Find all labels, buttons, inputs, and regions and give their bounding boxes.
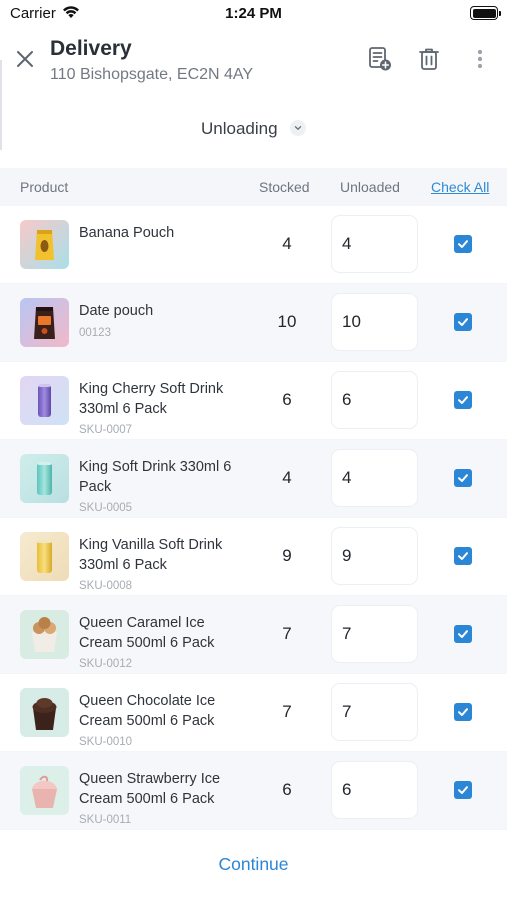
row-checkbox[interactable] [454, 313, 472, 331]
product-sku: SKU-0011 [79, 814, 132, 826]
stocked-value: 4 [282, 468, 292, 487]
footer: Continue [0, 834, 507, 900]
product-name: Queen Chocolate Ice Cream 500ml 6 Pack SK… [79, 692, 249, 749]
product-sku: SKU-0012 [79, 658, 133, 670]
unloaded-input[interactable] [331, 215, 418, 273]
checkmark-icon [458, 630, 468, 638]
unloaded-input[interactable] [331, 683, 418, 741]
continue-button[interactable]: Continue [0, 854, 507, 875]
product-name: Banana Pouch [79, 225, 175, 241]
yellow-can-image [20, 532, 69, 581]
caramel-ice-cream-image [20, 610, 69, 659]
unloaded-input[interactable] [331, 527, 418, 585]
product-name: Date pouch 00123 [79, 302, 249, 340]
strawberry-ice-cream-image [20, 766, 69, 815]
chocolate-ice-cream-image [20, 688, 69, 737]
date-pouch-image [20, 298, 69, 347]
delivery-address: 110 Bishopsgate, EC2N 4AY [50, 66, 254, 83]
row-checkbox[interactable] [454, 469, 472, 487]
product-sku: 00123 [79, 326, 111, 339]
unloaded-input[interactable] [331, 761, 418, 819]
checkmark-icon [458, 474, 468, 482]
checkmark-icon [458, 552, 468, 560]
clock: 1:24 PM [225, 5, 282, 22]
stocked-value: 10 [277, 312, 297, 331]
product-list: Banana Pouch 4 Date pouch00123 10 [0, 206, 507, 830]
status-bar: Carrier 1:24 PM [0, 0, 507, 28]
column-header-unloaded: Unloaded [340, 179, 400, 195]
page-title: Delivery [50, 37, 132, 60]
row-checkbox[interactable] [454, 781, 472, 799]
checkmark-icon [458, 786, 468, 794]
divider [0, 60, 2, 150]
note-add-icon [369, 47, 391, 71]
product-name: Queen Strawberry Ice Cream 500ml 6 Pack S… [79, 770, 249, 827]
checkmark-icon [458, 318, 468, 326]
stocked-value: 4 [282, 234, 292, 253]
product-name: King Vanilla Soft Drink 330ml 6 Pack SKU-… [79, 536, 249, 593]
table-row: Date pouch 00123 10 [0, 284, 507, 362]
product-name: King Soft Drink 330ml 6 Pack SKU-0005 [79, 458, 249, 515]
mode-label: Unloading [200, 119, 278, 138]
product-sku: SKU-0007 [79, 424, 133, 436]
column-header-stocked: Stocked [259, 179, 310, 195]
stocked-value: 9 [282, 546, 292, 565]
close-icon [17, 51, 33, 67]
row-checkbox[interactable] [454, 391, 472, 409]
checkmark-icon [458, 240, 468, 248]
stocked-value: 6 [282, 390, 292, 409]
battery-icon [470, 6, 501, 20]
row-checkbox[interactable] [454, 235, 472, 253]
table-row: King Cherry Soft Drink 330ml 6 Pack SKU-0… [0, 362, 507, 440]
stocked-value: 7 [282, 702, 292, 721]
chevron-down-icon [290, 120, 306, 136]
unloaded-input[interactable] [331, 293, 418, 351]
row-checkbox[interactable] [454, 625, 472, 643]
unloaded-input[interactable] [331, 449, 418, 507]
checkmark-icon [458, 396, 468, 404]
header: Delivery 110 Bishopsgate, EC2N 4AY Unloa… [0, 28, 507, 168]
more-options-button[interactable] [467, 46, 493, 72]
table-row: Queen Strawberry Ice Cream 500ml 6 Pack S… [0, 752, 507, 830]
product-sku: SKU-0008 [79, 580, 133, 592]
stocked-value: 7 [282, 624, 292, 643]
unloaded-input[interactable] [331, 605, 418, 663]
mode-dropdown[interactable]: Unloading [0, 119, 507, 139]
table-header: Product Stocked Unloaded Check All [0, 168, 507, 206]
unloaded-input[interactable] [331, 371, 418, 429]
product-sku: SKU-0010 [79, 736, 133, 748]
table-row: Banana Pouch 4 [0, 206, 507, 284]
table-row: Queen Caramel Ice Cream 500ml 6 Pack SKU-… [0, 596, 507, 674]
trash-icon [419, 48, 439, 70]
check-all-link[interactable]: Check All [431, 179, 489, 195]
table-row: Queen Chocolate Ice Cream 500ml 6 Pack SK… [0, 674, 507, 752]
table-row: King Soft Drink 330ml 6 Pack SKU-0005 4 [0, 440, 507, 518]
stocked-value: 6 [282, 780, 292, 799]
product-name: Queen Caramel Ice Cream 500ml 6 Pack SKU-… [79, 614, 249, 671]
delete-button[interactable] [416, 46, 442, 72]
close-button[interactable] [12, 46, 38, 72]
teal-can-image [20, 454, 69, 503]
table-row: King Vanilla Soft Drink 330ml 6 Pack SKU-… [0, 518, 507, 596]
column-header-product: Product [20, 179, 69, 195]
purple-can-image [20, 376, 69, 425]
banana-pouch-image [20, 220, 69, 269]
product-name: King Cherry Soft Drink 330ml 6 Pack SKU-0… [79, 380, 249, 437]
checkmark-icon [458, 708, 468, 716]
row-checkbox[interactable] [454, 703, 472, 721]
more-vertical-icon [477, 49, 483, 69]
product-sku: SKU-0005 [79, 502, 133, 514]
row-checkbox[interactable] [454, 547, 472, 565]
add-note-button[interactable] [367, 46, 393, 72]
